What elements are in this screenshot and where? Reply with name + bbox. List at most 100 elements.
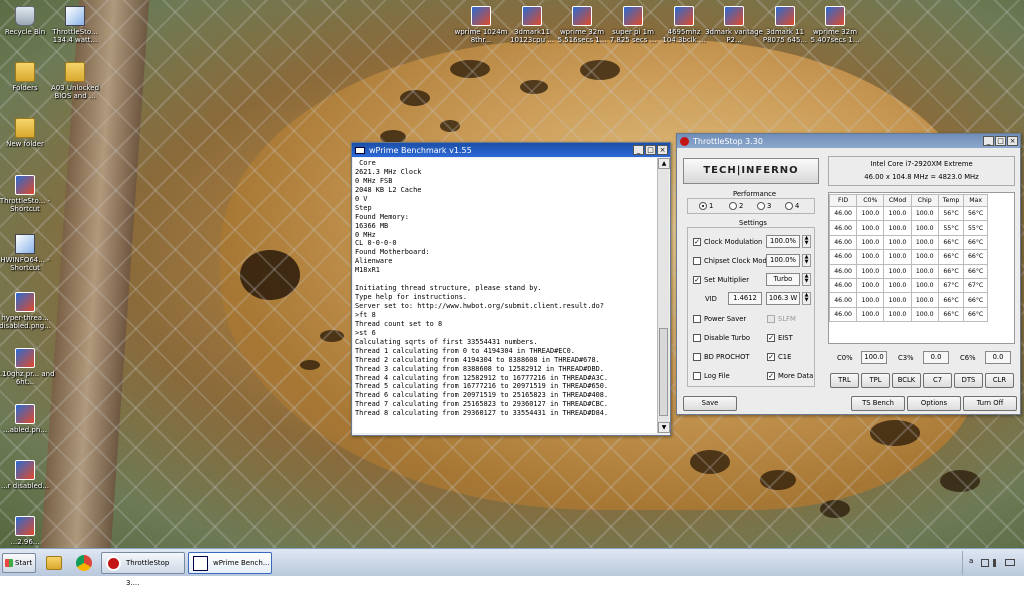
table-row: 46.00 100.0 100.0 100.0 66°C 66°C xyxy=(828,234,988,251)
desktop-icon[interactable]: ...r disabled... xyxy=(0,460,56,490)
clock-modulation-spinner[interactable]: ▲ ▼ xyxy=(802,235,811,248)
slfm-checkbox[interactable] xyxy=(767,315,775,323)
close-button[interactable]: × xyxy=(1007,136,1018,146)
window-title: wPrime Benchmark v1.55 xyxy=(369,145,472,155)
profile-radio-4[interactable] xyxy=(785,202,793,210)
desktop-icon[interactable]: hyper-threa... disabled.png... xyxy=(0,292,56,330)
desktop-icon[interactable]: ThrottleSto... 134.4 watt... xyxy=(44,6,106,44)
close-button[interactable]: × xyxy=(657,145,668,155)
radio-label: 2 xyxy=(739,202,744,210)
bd-prochot-label: BD PROCHOT xyxy=(704,353,750,361)
table-cell: 100.0 xyxy=(910,205,939,222)
trl-button[interactable]: TRL xyxy=(830,373,859,388)
desktop-icon-label: super pi 1m 7.825 secs ... xyxy=(609,28,657,44)
table-cell: 67°C xyxy=(937,277,965,294)
log-file-checkbox[interactable] xyxy=(693,372,701,380)
wprime-window[interactable]: wPrime Benchmark v1.55 _ □ × Core 2621.3 … xyxy=(351,142,671,436)
disable-turbo-checkbox[interactable] xyxy=(693,334,701,342)
minimize-button[interactable]: _ xyxy=(633,145,644,155)
desktop-icon[interactable]: New folder xyxy=(0,118,56,148)
bclk-button[interactable]: BCLK xyxy=(892,373,921,388)
table-cell: 46.00 xyxy=(828,220,858,236)
chipset-clock-mod-spinner[interactable]: ▲ ▼ xyxy=(802,254,811,267)
desktop-icon-label: A03 Unlocked BIOS and ... xyxy=(50,84,100,100)
desktop-icon[interactable]: ...abled.pn... xyxy=(0,404,56,434)
volume-icon[interactable] xyxy=(993,559,1001,567)
console-line: Thread 5 calculating from 16777216 to 20… xyxy=(355,382,609,391)
desktop-icon-label: Recycle Bin xyxy=(4,28,46,36)
image-file-icon xyxy=(724,6,744,26)
image-file-icon xyxy=(15,404,35,424)
turn-off-button[interactable]: Turn Off xyxy=(963,396,1017,411)
desktop-icon[interactable]: 3.10ghz pr... and 6ht... xyxy=(0,348,56,386)
desktop-icon[interactable]: ThrottleSto... - Shortcut xyxy=(0,175,56,213)
chipset-clock-mod-checkbox[interactable] xyxy=(693,257,701,265)
scroll-down-icon[interactable]: ▼ xyxy=(658,422,670,433)
table-cell: 55°C xyxy=(963,220,988,236)
scroll-up-icon[interactable]: ▲ xyxy=(658,158,670,169)
taskbar-item-wprime[interactable]: wPrime Bench... xyxy=(188,552,272,574)
folder-icon xyxy=(46,556,62,570)
col-header: CMod xyxy=(883,194,912,207)
clock-modulation-checkbox[interactable]: ✓ xyxy=(693,238,701,246)
minimize-button[interactable]: _ xyxy=(983,136,994,146)
c0-label: C0% xyxy=(837,354,853,362)
table-row: 46.00 100.0 100.0 100.0 67°C 67°C xyxy=(828,277,988,294)
table-cell: 100.0 xyxy=(910,249,939,265)
desktop-icon[interactable]: ...2.96... xyxy=(0,516,56,546)
set-multiplier-select[interactable]: Turbo xyxy=(766,273,800,286)
clock-modulation-select[interactable]: 100.0% xyxy=(766,235,800,248)
c1e-checkbox[interactable]: ✓ xyxy=(767,353,775,361)
profile-radio-1[interactable] xyxy=(699,202,707,210)
console-line: Step xyxy=(355,203,372,212)
maximize-button[interactable]: □ xyxy=(645,145,656,155)
maximize-button[interactable]: □ xyxy=(995,136,1006,146)
taskbar-item-throttlestop[interactable]: ThrottleStop 3.... xyxy=(101,552,185,587)
desktop-icon[interactable]: wprime 32m 5.407secs 1... xyxy=(804,6,866,44)
throttlestop-window[interactable]: ThrottleStop 3.30 _ □ × TECH|INFERNO Int… xyxy=(676,133,1021,415)
start-button[interactable]: Start xyxy=(2,553,36,573)
log-file-label: Log File xyxy=(704,372,730,380)
chrome-quicklaunch[interactable] xyxy=(72,553,96,573)
folder-icon xyxy=(65,62,85,82)
language-indicator[interactable]: a xyxy=(969,557,973,565)
explorer-quicklaunch[interactable] xyxy=(42,553,66,573)
console-scrollbar[interactable]: ▲ ▼ xyxy=(657,158,670,433)
desktop-icon-label: HWINFO64... - Shortcut xyxy=(0,256,50,272)
vid-spinner[interactable]: ▲ ▼ xyxy=(802,292,811,305)
desktop-icon[interactable]: HWINFO64... - Shortcut xyxy=(0,234,56,272)
ts-bench-button[interactable]: TS Bench xyxy=(851,396,905,411)
techinferno-logo: TECH|INFERNO xyxy=(683,158,819,184)
folder-icon xyxy=(15,62,35,82)
desktop-icon-label: Folders xyxy=(12,84,38,92)
wprime-titlebar[interactable]: wPrime Benchmark v1.55 _ □ × xyxy=(352,143,670,157)
dts-button[interactable]: DTS xyxy=(954,373,983,388)
clr-button[interactable]: CLR xyxy=(985,373,1014,388)
bd-prochot-checkbox[interactable] xyxy=(693,353,701,361)
set-multiplier-checkbox[interactable]: ✓ xyxy=(693,276,701,284)
scroll-thumb[interactable] xyxy=(659,328,668,416)
folder-icon xyxy=(15,118,35,138)
console-line: >st 6 xyxy=(355,328,376,337)
battery-icon[interactable] xyxy=(1005,559,1015,566)
profile-radio-2[interactable] xyxy=(729,202,737,210)
profile-radio-3[interactable] xyxy=(757,202,765,210)
console-output[interactable]: Core 2621.3 MHz Clock 0 MHz FSB 2048 KB L2 … xyxy=(353,158,658,433)
chipset-clock-mod-select[interactable]: 100.0% xyxy=(766,254,800,267)
console-line: 0 MHz xyxy=(355,230,376,239)
set-multiplier-spinner[interactable]: ▲ ▼ xyxy=(802,273,811,286)
more-data-checkbox[interactable]: ✓ xyxy=(767,372,775,380)
save-button[interactable]: Save xyxy=(683,396,737,411)
eist-checkbox[interactable]: ✓ xyxy=(767,334,775,342)
table-cell: 100.0 xyxy=(856,249,885,265)
table-cell: 46.00 xyxy=(828,263,858,279)
c7-button[interactable]: C7 xyxy=(923,373,952,388)
desktop-icon[interactable]: A03 Unlocked BIOS and ... xyxy=(44,62,106,100)
throttlestop-titlebar[interactable]: ThrottleStop 3.30 _ □ × xyxy=(677,134,1020,148)
table-cell: 46.00 xyxy=(828,292,858,308)
col-header: FID xyxy=(828,194,858,207)
tpl-button[interactable]: TPL xyxy=(861,373,890,388)
power-saver-checkbox[interactable] xyxy=(693,315,701,323)
options-button[interactable]: Options xyxy=(907,396,961,411)
network-icon[interactable] xyxy=(981,559,989,567)
